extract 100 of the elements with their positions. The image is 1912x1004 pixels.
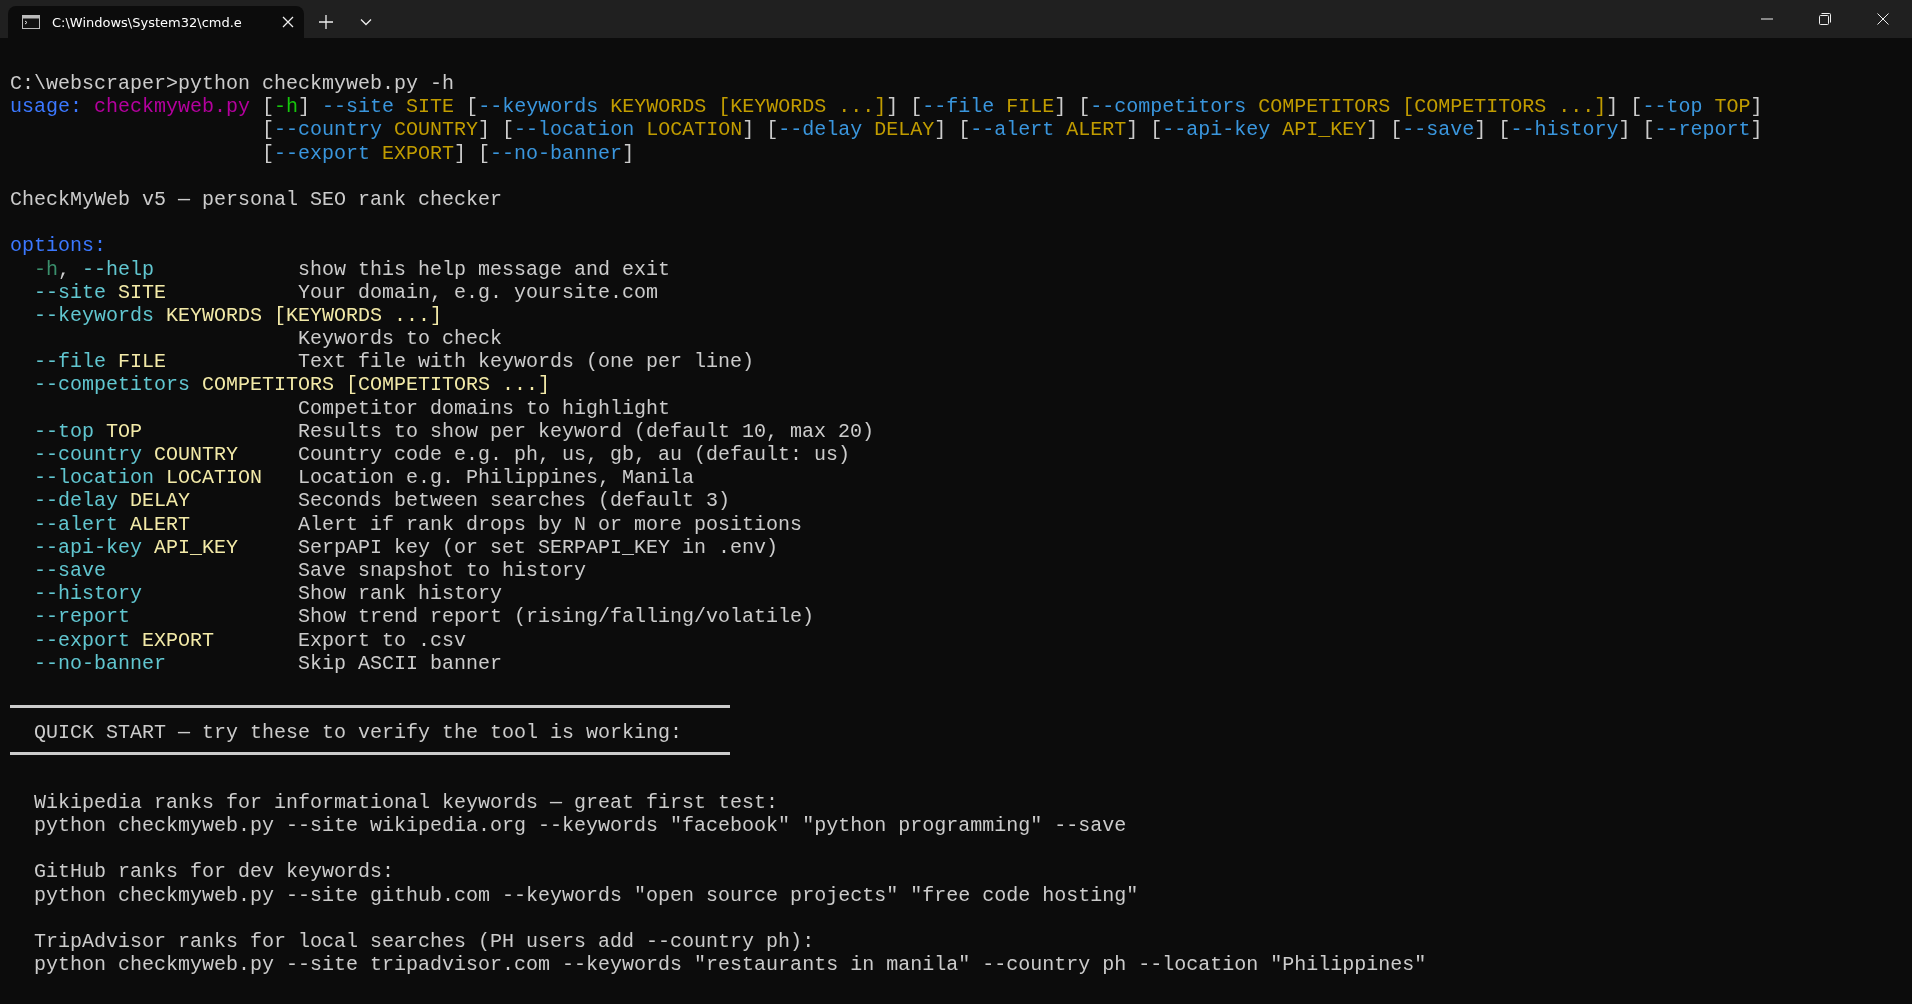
flag-text: --no-banner bbox=[34, 651, 167, 675]
quick-start-title: QUICK START — try these to verify the tool is working: bbox=[34, 721, 683, 745]
bracket-text: ] [ bbox=[742, 118, 779, 142]
option-help-text: Export to .csv bbox=[298, 628, 467, 652]
separator-text: , bbox=[58, 257, 72, 281]
close-icon[interactable] bbox=[282, 16, 294, 28]
option-help-text: Show trend report (rising/falling/volatile) bbox=[298, 605, 815, 629]
restore-icon bbox=[1819, 13, 1831, 25]
plus-icon bbox=[319, 15, 333, 29]
option-help-text: Show rank history bbox=[298, 582, 503, 606]
option-help-text: Keywords to check bbox=[298, 327, 503, 351]
bracket-text: [ bbox=[262, 118, 275, 142]
flag-text: --help bbox=[82, 257, 155, 281]
bracket-text: ] [ bbox=[1618, 118, 1655, 142]
example-description: Wikipedia ranks for informational keywords — great first test: bbox=[34, 790, 779, 814]
flag-text: --api-key bbox=[1162, 118, 1271, 142]
flag-text: --keywords bbox=[34, 303, 155, 328]
flag-text: --report bbox=[34, 605, 130, 629]
example-command: python checkmyweb.py --site github.com --keywords "open source projects" "free code hosting" bbox=[34, 883, 1139, 907]
metavar-text: FILE bbox=[117, 350, 167, 374]
option-help-text: Country code e.g. ph, us, gb, au (default: us) bbox=[298, 443, 851, 467]
option-help-text: Your domain, e.g. yoursite.com bbox=[298, 280, 659, 304]
bracket-text: ] [ bbox=[454, 141, 491, 165]
metavar-text: DELAY bbox=[129, 489, 191, 513]
option-help-text: Alert if rank drops by N or more positions bbox=[298, 512, 803, 536]
bracket-text: ] [ bbox=[1054, 95, 1091, 119]
flag-text: --location bbox=[514, 118, 635, 142]
flag-text: --file bbox=[34, 350, 106, 374]
metavar-text: DELAY bbox=[873, 118, 935, 142]
minimize-icon bbox=[1761, 18, 1773, 20]
metavar-text: EXPORT bbox=[381, 141, 455, 165]
metavar-text: SITE bbox=[117, 280, 167, 304]
bracket-text: ] [ bbox=[478, 118, 515, 142]
example-description: TripAdvisor ranks for local searches (PH users add --country ph): bbox=[34, 929, 815, 953]
flag-text: --site bbox=[321, 95, 395, 119]
example-command: python checkmyweb.py --site wikipedia.org --keywords "facebook" "python programming" --save bbox=[34, 814, 1127, 837]
option-help-text: Seconds between searches (default 3) bbox=[298, 489, 731, 513]
tab-title: C:\Windows\System32\cmd.e bbox=[52, 14, 243, 30]
metavar-text: API_KEY bbox=[1281, 118, 1367, 142]
metavar-text: COUNTRY bbox=[153, 443, 239, 467]
program-name: checkmyweb.py bbox=[94, 95, 251, 119]
metavar-text: TOP bbox=[105, 419, 143, 443]
flag-text: --file bbox=[922, 95, 995, 119]
flag-text: --report bbox=[1654, 118, 1751, 142]
metavar-text: ALERT bbox=[1065, 118, 1127, 142]
option-help-text: Skip ASCII banner bbox=[298, 651, 503, 675]
option-help-text: Results to show per keyword (default 10, max 20) bbox=[298, 419, 875, 443]
bracket-text: ] bbox=[622, 141, 635, 165]
metavar-text: COMPETITORS [COMPETITORS ...] bbox=[201, 373, 551, 397]
flag-text: --country bbox=[34, 443, 143, 467]
bracket-text: ] [ bbox=[886, 95, 923, 119]
flag-text: --top bbox=[1642, 95, 1703, 119]
flag-text: --competitors bbox=[1090, 95, 1247, 119]
bracket-text: ] [ bbox=[1366, 118, 1403, 142]
flag-text: --delay bbox=[34, 489, 118, 513]
options-heading: options: bbox=[10, 234, 106, 258]
example-command: python checkmyweb.py --site tripadvisor.com --keywords "restaurants in manila" --country ph --location "Philippines" bbox=[34, 953, 1427, 977]
metavar-text: TOP bbox=[1713, 95, 1751, 119]
flag-text: --history bbox=[1510, 118, 1619, 142]
flag-text: --alert bbox=[970, 118, 1055, 142]
command-prompt: C:\webscraper>python checkmyweb.py -h bbox=[10, 72, 455, 96]
close-icon bbox=[1877, 13, 1889, 25]
flag-text: --top bbox=[34, 419, 94, 443]
bracket-text: ] bbox=[298, 95, 311, 119]
bracket-text: ] [ bbox=[1126, 118, 1163, 142]
flag-text: --alert bbox=[34, 512, 118, 536]
metavar-text: API_KEY bbox=[153, 535, 239, 559]
metavar-text: KEYWORDS [KEYWORDS ...] bbox=[165, 303, 443, 328]
metavar-text: COMPETITORS [COMPETITORS ...] bbox=[1257, 95, 1607, 119]
short-flag-text: -h bbox=[274, 95, 299, 119]
option-help-text: Text file with keywords (one per line) bbox=[298, 350, 755, 374]
example-description: GitHub ranks for dev keywords: bbox=[34, 860, 395, 884]
bracket-text: ] [ bbox=[934, 118, 971, 142]
flag-text: --location bbox=[34, 466, 155, 490]
flag-text: --export bbox=[34, 628, 130, 652]
bracket-text: ] bbox=[1750, 95, 1763, 119]
bracket-text: ] [ bbox=[1606, 95, 1643, 119]
chevron-down-icon bbox=[360, 18, 372, 26]
option-help-text: SerpAPI key (or set SERPAPI_KEY in .env) bbox=[298, 535, 779, 559]
metavar-text: LOCATION bbox=[645, 118, 743, 142]
terminal-tab[interactable]: C:\Windows\System32\cmd.e bbox=[8, 6, 304, 38]
metavar-text: LOCATION bbox=[165, 466, 263, 490]
flag-text: --no-banner bbox=[490, 141, 623, 165]
description-text: CheckMyWeb v5 — personal SEO rank checker bbox=[10, 187, 503, 212]
metavar-text: ALERT bbox=[129, 512, 191, 536]
flag-text: --delay bbox=[778, 118, 863, 142]
metavar-text: COUNTRY bbox=[393, 118, 479, 142]
metavar-text: EXPORT bbox=[141, 628, 215, 652]
option-help-text: Save snapshot to history bbox=[298, 558, 587, 583]
metavar-text: SITE bbox=[405, 95, 455, 119]
flag-text: --history bbox=[34, 582, 143, 606]
bracket-text: [ bbox=[262, 95, 275, 119]
bracket-text: ] [ bbox=[1474, 118, 1511, 142]
flag-text: --keywords bbox=[478, 95, 599, 119]
bracket-text: ] bbox=[1750, 118, 1763, 142]
flag-text: --competitors bbox=[34, 373, 191, 397]
metavar-text: KEYWORDS [KEYWORDS ...] bbox=[609, 95, 887, 119]
metavar-text: FILE bbox=[1005, 95, 1055, 119]
option-help-text: show this help message and exit bbox=[298, 257, 671, 281]
flag-text: --country bbox=[274, 118, 383, 142]
